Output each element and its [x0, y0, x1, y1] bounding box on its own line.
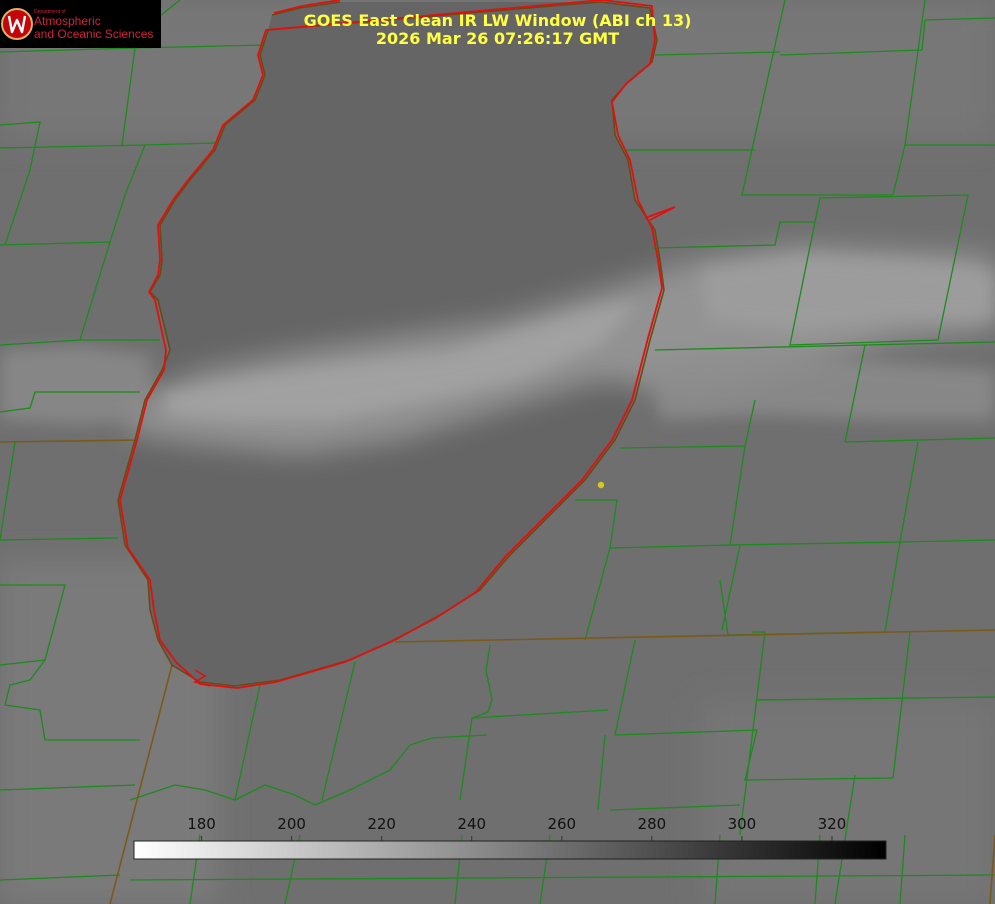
colorbar-tick-label: 300	[727, 815, 757, 833]
uw-crest-icon	[1, 8, 33, 40]
ir-map	[0, 0, 995, 904]
station-dot-icon	[597, 481, 605, 489]
logo-line1: Atmospheric	[34, 14, 101, 28]
colorbar-tick-label: 220	[367, 815, 396, 833]
logo-line2: and Oceanic Sciences	[34, 27, 154, 41]
colorbar-tick-label: 180	[187, 815, 216, 833]
cloud-east	[700, 255, 995, 330]
colorbar-tick-label: 280	[637, 815, 667, 833]
colorbar	[133, 840, 887, 860]
colorbar-tick-label: 260	[547, 815, 577, 833]
satellite-image: GOES East Clean IR LW Window (ABI ch 13)…	[0, 0, 995, 904]
aos-logo[interactable]: Department of Atmospheric and Oceanic Sc…	[0, 0, 161, 48]
colorbar-tick-label: 320	[817, 815, 847, 833]
colorbar-tick-label: 240	[457, 815, 487, 833]
cloud-west	[0, 345, 150, 425]
colorbar-tick-label: 200	[277, 815, 306, 833]
